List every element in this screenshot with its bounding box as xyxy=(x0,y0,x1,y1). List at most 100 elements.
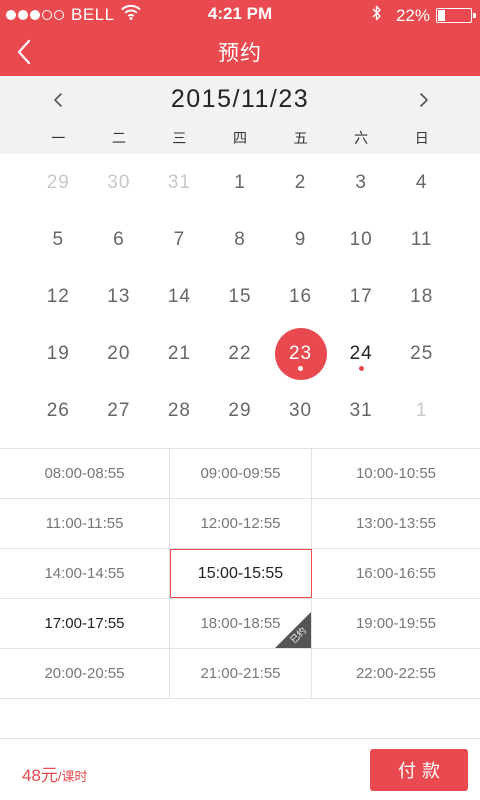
calendar-day: 29 xyxy=(28,154,89,211)
calendar-day[interactable]: 10 xyxy=(331,211,392,268)
time-slot-label: 09:00-09:55 xyxy=(200,465,281,482)
time-slot-label: 19:00-19:55 xyxy=(355,615,437,632)
current-date-label: 2015/11/23 xyxy=(170,85,310,113)
calendar-day[interactable]: 27 xyxy=(89,382,150,439)
calendar-day[interactable]: 6 xyxy=(89,211,150,268)
time-slot[interactable]: 19:00-19:55 xyxy=(312,599,480,648)
time-slot-label: 08:00-08:55 xyxy=(44,465,125,482)
time-slot-row: 14:00-14:55 15:00-15:55 16:00-16:55 xyxy=(0,549,480,599)
calendar-day[interactable]: 31 xyxy=(331,382,392,439)
calendar-day[interactable]: 25 xyxy=(391,325,452,382)
calendar-day[interactable]: 15 xyxy=(210,268,271,325)
day-number: 1 xyxy=(415,399,428,421)
day-number: 19 xyxy=(46,342,70,364)
day-number: 25 xyxy=(410,342,434,364)
day-number: 31 xyxy=(349,399,373,421)
calendar-day[interactable]: 13 xyxy=(89,268,150,325)
time-slot[interactable]: 10:00-10:55 xyxy=(312,449,480,498)
calendar-day: 30 xyxy=(89,154,150,211)
time-slot-label: 14:00-14:55 xyxy=(44,565,125,582)
day-number: 5 xyxy=(52,228,65,250)
calendar-day[interactable]: 12 xyxy=(28,268,89,325)
calendar-day[interactable]: 19 xyxy=(28,325,89,382)
pay-button[interactable]: 付款 xyxy=(370,749,468,791)
calendar-day[interactable]: 30 xyxy=(270,382,331,439)
day-number: 20 xyxy=(107,342,131,364)
calendar-day[interactable]: 24 xyxy=(331,325,392,382)
calendar-grid: 29 30 31 1 2 3 4 5 6 7 8 9 10 11 12 13 14 15 16 17 18 19 20 21 2… xyxy=(28,154,452,439)
day-number: 17 xyxy=(349,285,373,307)
time-slot[interactable]: 22:00-22:55 xyxy=(312,649,480,698)
calendar-day[interactable]: 26 xyxy=(28,382,89,439)
calendar-day[interactable]: 28 xyxy=(149,382,210,439)
calendar-day[interactable]: 20 xyxy=(89,325,150,382)
calendar-day[interactable]: 16 xyxy=(270,268,331,325)
battery-level xyxy=(438,10,445,21)
day-number: 29 xyxy=(228,399,252,421)
time-slot-label: 10:00-10:55 xyxy=(355,465,437,482)
time-slot-row: 11:00-11:55 12:00-12:55 13:00-13:55 xyxy=(0,499,480,549)
day-number: 7 xyxy=(173,228,186,250)
day-number: 6 xyxy=(113,228,125,250)
weekday-label: 四 xyxy=(232,130,247,146)
day-number: 30 xyxy=(288,399,313,421)
time-slot[interactable]: 21:00-21:55 xyxy=(170,649,312,698)
chevron-right-icon xyxy=(420,93,428,107)
day-number: 4 xyxy=(415,171,428,193)
calendar-day[interactable]: 21 xyxy=(149,325,210,382)
calendar-day[interactable]: 22 xyxy=(210,325,271,382)
calendar-day[interactable]: 5 xyxy=(28,211,89,268)
calendar-day[interactable]: 17 xyxy=(331,268,392,325)
day-number: 11 xyxy=(410,228,433,250)
day-number: 2 xyxy=(294,171,307,193)
page-title: 预约 xyxy=(218,42,262,65)
time-slot[interactable]: 14:00-14:55 xyxy=(0,549,170,598)
day-number: 15 xyxy=(228,285,252,307)
day-number: 21 xyxy=(167,342,191,364)
next-month-button[interactable] xyxy=(412,88,436,112)
price-label: 48元/课时 xyxy=(22,761,88,786)
day-number: 22 xyxy=(228,342,252,364)
day-number: 29 xyxy=(46,171,70,193)
time-slot-selected[interactable]: 15:00-15:55 xyxy=(170,549,312,598)
time-slot-label: 22:00-22:55 xyxy=(355,665,437,682)
calendar-day[interactable]: 18 xyxy=(391,268,452,325)
status-right: 22% xyxy=(372,4,476,27)
calendar-day-selected[interactable]: 23 xyxy=(270,325,331,382)
time-slot-label: 21:00-21:55 xyxy=(200,665,281,682)
calendar-day[interactable]: 8 xyxy=(210,211,271,268)
weekday-row: 一二三四五六日 xyxy=(28,128,452,148)
calendar-day[interactable]: 3 xyxy=(331,154,392,211)
time-slot[interactable]: 13:00-13:55 xyxy=(312,499,480,548)
time-slot[interactable]: 09:00-09:55 xyxy=(170,449,312,498)
time-slot-label: 17:00-17:55 xyxy=(44,615,125,632)
time-slot-label: 20:00-20:55 xyxy=(44,665,125,682)
bottom-bar: 48元/课时 付款 xyxy=(0,738,480,800)
time-slot[interactable]: 08:00-08:55 xyxy=(0,449,170,498)
time-slot[interactable]: 16:00-16:55 xyxy=(312,549,480,598)
calendar-day[interactable]: 4 xyxy=(391,154,452,211)
day-number: 28 xyxy=(167,399,191,421)
status-bar: BELL 4:21 PM 22% xyxy=(0,0,480,28)
weekday-label: 六 xyxy=(354,130,369,146)
calendar-day[interactable]: 11 xyxy=(391,211,452,268)
calendar-day: 1 xyxy=(391,382,452,439)
time-slot[interactable]: 20:00-20:55 xyxy=(0,649,170,698)
weekday-label: 一 xyxy=(51,130,66,146)
calendar-day[interactable]: 2 xyxy=(270,154,331,211)
time-slot[interactable]: 11:00-11:55 xyxy=(0,499,170,548)
time-slot[interactable]: 12:00-12:55 xyxy=(170,499,312,548)
calendar-day[interactable]: 29 xyxy=(210,382,271,439)
battery-icon xyxy=(436,8,476,23)
time-slot[interactable]: 17:00-17:55 xyxy=(0,599,170,648)
calendar-day[interactable]: 1 xyxy=(210,154,271,211)
weekday-label: 二 xyxy=(111,130,126,146)
time-slot-grid: 08:00-08:55 09:00-09:55 10:00-10:55 11:00-1… xyxy=(0,448,480,699)
time-slot-label: 13:00-13:55 xyxy=(355,515,437,532)
day-number: 27 xyxy=(107,399,131,421)
calendar-header: 2015/11/23 一 二 三 四 五 六 日 xyxy=(0,76,480,154)
calendar-day[interactable]: 14 xyxy=(149,268,210,325)
weekday-label: 日 xyxy=(414,130,429,146)
calendar-day[interactable]: 9 xyxy=(270,211,331,268)
calendar-day[interactable]: 7 xyxy=(149,211,210,268)
